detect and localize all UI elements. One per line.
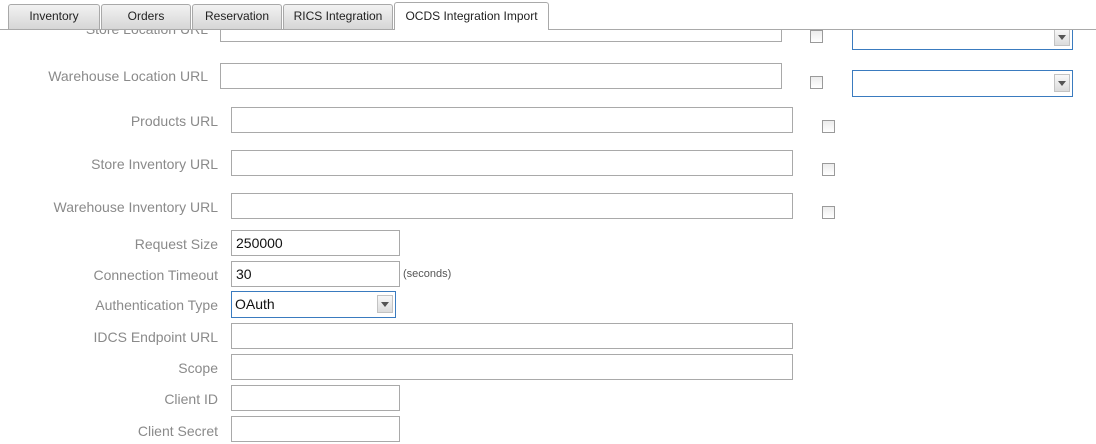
store-location-url-checkbox[interactable] xyxy=(810,30,823,43)
warehouse-location-url-input[interactable] xyxy=(220,63,782,89)
client-secret-input[interactable] xyxy=(231,416,400,442)
store-inventory-url-checkbox[interactable] xyxy=(822,163,835,176)
authentication-type-value: OAuth xyxy=(235,296,275,312)
store-inventory-url-label: Store Inventory URL xyxy=(91,156,218,172)
tab-rics-integration[interactable]: RICS Integration xyxy=(283,4,393,29)
chevron-down-icon[interactable] xyxy=(1054,30,1070,46)
client-id-input[interactable] xyxy=(231,385,400,411)
client-secret-label: Client Secret xyxy=(137,423,218,439)
tab-bar: Inventory Orders Reservation RICS Integr… xyxy=(0,0,1096,30)
idcs-endpoint-url-input[interactable] xyxy=(231,323,793,349)
store-location-select[interactable] xyxy=(852,30,1073,50)
request-size-input[interactable] xyxy=(231,230,400,256)
request-size-label: Request Size xyxy=(134,236,218,252)
warehouse-location-select[interactable] xyxy=(852,70,1073,97)
products-url-input[interactable] xyxy=(231,107,793,133)
warehouse-inventory-url-checkbox[interactable] xyxy=(822,206,835,219)
warehouse-location-url-label: Warehouse Location URL xyxy=(48,68,208,84)
authentication-type-label: Authentication Type xyxy=(95,297,218,313)
scope-input[interactable] xyxy=(231,354,793,380)
chevron-down-icon[interactable] xyxy=(1054,74,1070,92)
connection-timeout-label: Connection Timeout xyxy=(93,267,218,283)
scope-label: Scope xyxy=(178,360,218,376)
products-url-label: Products URL xyxy=(130,113,218,129)
form-content[interactable]: Store Location URL Warehouse Location UR… xyxy=(0,30,1096,444)
tab-ocds-integration-import[interactable]: OCDS Integration Import xyxy=(394,2,549,30)
chevron-down-icon[interactable] xyxy=(377,295,393,313)
warehouse-inventory-url-input[interactable] xyxy=(231,193,793,219)
store-inventory-url-input[interactable] xyxy=(231,150,793,176)
store-location-url-input[interactable] xyxy=(220,30,782,42)
warehouse-inventory-url-label: Warehouse Inventory URL xyxy=(53,199,218,215)
warehouse-location-url-checkbox[interactable] xyxy=(810,76,823,89)
client-id-label: Client ID xyxy=(164,391,218,407)
tab-orders[interactable]: Orders xyxy=(101,4,191,29)
connection-timeout-unit: (seconds) xyxy=(403,268,452,280)
connection-timeout-input[interactable] xyxy=(231,261,400,287)
tab-inventory[interactable]: Inventory xyxy=(8,4,100,29)
authentication-type-select[interactable]: OAuth xyxy=(231,291,396,318)
idcs-endpoint-url-label: IDCS Endpoint URL xyxy=(93,329,218,345)
tab-reservation[interactable]: Reservation xyxy=(192,4,282,29)
products-url-checkbox[interactable] xyxy=(822,120,835,133)
store-location-url-label: Store Location URL xyxy=(86,30,208,38)
